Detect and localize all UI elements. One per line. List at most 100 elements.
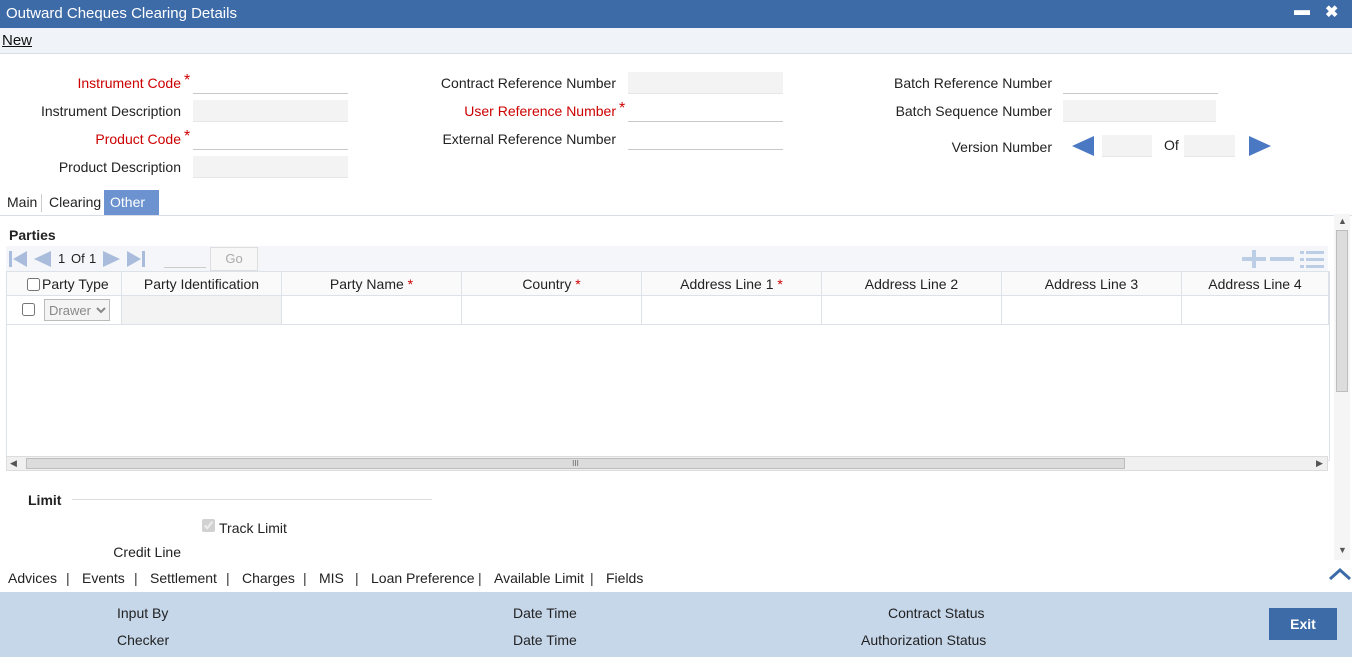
nav-separator: | — [226, 570, 230, 586]
nav-separator: | — [134, 570, 138, 586]
instrument-code-label: Instrument Code — [77, 75, 182, 91]
vertical-scrollbar[interactable]: ▲ ▼ — [1334, 214, 1350, 560]
nav-separator: | — [303, 570, 307, 586]
go-button[interactable]: Go — [210, 247, 258, 271]
scroll-down-icon[interactable]: ▼ — [1338, 545, 1347, 555]
contract-reference-label: Contract Reference Number — [440, 75, 616, 91]
minimize-icon[interactable]: ▬ — [1294, 2, 1310, 20]
version-total-field — [1184, 135, 1235, 157]
horizontal-scrollbar[interactable]: ◀ III ▶ — [6, 456, 1328, 471]
first-page-icon[interactable] — [8, 249, 28, 269]
nav-separator: | — [478, 570, 482, 586]
parties-grid: Party Type Party Identification Party Na… — [6, 271, 1330, 461]
nav-events[interactable]: Events — [82, 570, 125, 586]
page-number-input[interactable] — [164, 248, 206, 268]
exit-button[interactable]: Exit — [1269, 608, 1337, 640]
address-line-2-cell[interactable] — [822, 296, 1002, 325]
version-current-field — [1102, 135, 1152, 157]
chevron-up-icon[interactable] — [1328, 566, 1352, 582]
column-header-party-identification: Party Identification — [122, 272, 282, 296]
column-label: Address Line 4 — [1208, 276, 1302, 292]
required-marker: * — [407, 276, 414, 292]
party-identification-cell[interactable] — [122, 296, 282, 325]
delete-row-icon[interactable] — [1270, 257, 1294, 261]
limit-title: Limit — [28, 492, 62, 508]
external-reference-label: External Reference Number — [442, 131, 616, 147]
parties-toolbar: 1 Of 1 Go — [6, 246, 1328, 271]
column-label: Party Identification — [143, 276, 260, 292]
column-header-party-type: Party Type — [7, 272, 122, 296]
batch-reference-input[interactable] — [1063, 72, 1218, 94]
column-header-address-line-1: Address Line 1 * — [642, 272, 822, 296]
batch-sequence-label: Batch Sequence Number — [895, 103, 1052, 119]
country-cell[interactable] — [462, 296, 642, 325]
scroll-right-icon[interactable]: ▶ — [1316, 458, 1323, 469]
required-marker: * — [777, 276, 783, 292]
next-page-icon[interactable] — [102, 249, 122, 269]
next-version-icon[interactable] — [1249, 136, 1271, 156]
row-checkbox[interactable] — [22, 303, 35, 316]
date-time-label: Date Time — [513, 605, 577, 621]
external-reference-input[interactable] — [628, 128, 783, 150]
nav-fields[interactable]: Fields — [606, 570, 643, 586]
instrument-code-input[interactable] — [193, 72, 348, 94]
column-header-address-line-4: Address Line 4 — [1182, 272, 1329, 296]
scroll-up-icon[interactable]: ▲ — [1338, 216, 1347, 226]
address-line-4-cell[interactable] — [1182, 296, 1329, 325]
column-label: Address Line 2 — [864, 276, 959, 292]
nav-loan-preference[interactable]: Loan Preference — [371, 570, 475, 586]
address-line-1-cell[interactable] — [642, 296, 822, 325]
scroll-left-icon[interactable]: ◀ — [10, 458, 17, 469]
track-limit-checkbox[interactable] — [202, 519, 215, 532]
user-reference-label: User Reference Number — [464, 103, 616, 119]
tab-underline — [0, 215, 1352, 216]
menu-bar: New — [0, 28, 1352, 54]
previous-version-icon[interactable] — [1072, 136, 1094, 156]
track-limit-label: Track Limit — [219, 520, 287, 536]
pager-total: 1 — [89, 251, 97, 266]
window-title: Outward Cheques Clearing Details — [6, 5, 237, 22]
tab-other-details[interactable]: Other Details — [104, 190, 159, 235]
party-type-select[interactable]: Drawer — [44, 299, 110, 321]
column-label: Party Name — [329, 276, 404, 292]
audit-footer: Input By Checker Date Time Date Time Con… — [0, 592, 1352, 657]
product-code-input[interactable] — [193, 128, 348, 150]
input-by-label: Input By — [117, 605, 169, 621]
nav-advices[interactable]: Advices — [8, 570, 57, 586]
tab-clearing[interactable]: Clearing — [43, 190, 107, 215]
batch-sequence-field — [1063, 100, 1216, 122]
new-button[interactable]: New — [2, 32, 32, 49]
title-bar: Outward Cheques Clearing Details ▬ ✖ — [0, 0, 1352, 28]
scroll-grip: III — [572, 459, 579, 468]
product-code-label: Product Code — [95, 131, 181, 147]
user-reference-input[interactable] — [628, 100, 783, 122]
close-icon[interactable]: ✖ — [1325, 2, 1338, 22]
limit-divider — [72, 499, 432, 500]
pager-current: 1 — [58, 251, 66, 266]
single-view-icon[interactable] — [1300, 251, 1324, 268]
nav-separator: | — [590, 570, 594, 586]
last-page-icon[interactable] — [126, 249, 146, 269]
instrument-description-field — [193, 100, 348, 122]
tab-main[interactable]: Main — [1, 190, 43, 215]
contract-status-label: Contract Status — [888, 605, 985, 621]
nav-charges[interactable]: Charges — [242, 570, 295, 586]
vertical-scroll-thumb[interactable] — [1336, 230, 1348, 392]
previous-page-icon[interactable] — [32, 249, 52, 269]
select-all-checkbox[interactable] — [27, 278, 40, 291]
column-header-address-line-2: Address Line 2 — [822, 272, 1002, 296]
horizontal-scroll-thumb[interactable]: III — [26, 458, 1125, 469]
address-line-3-cell[interactable] — [1002, 296, 1182, 325]
date-time-label: Date Time — [513, 632, 577, 648]
batch-reference-label: Batch Reference Number — [894, 75, 1052, 91]
instrument-description-label: Instrument Description — [40, 103, 181, 119]
add-row-icon[interactable] — [1242, 250, 1266, 268]
party-name-cell[interactable] — [282, 296, 462, 325]
column-label: Address Line 3 — [1044, 276, 1139, 292]
nav-mis[interactable]: MIS — [319, 570, 344, 586]
authorization-status-label: Authorization Status — [861, 632, 987, 648]
column-label: Party Type — [42, 276, 109, 292]
nav-available-limit[interactable]: Available Limit — [494, 570, 584, 586]
nav-settlement[interactable]: Settlement — [150, 570, 217, 586]
required-marker: * — [184, 72, 191, 89]
